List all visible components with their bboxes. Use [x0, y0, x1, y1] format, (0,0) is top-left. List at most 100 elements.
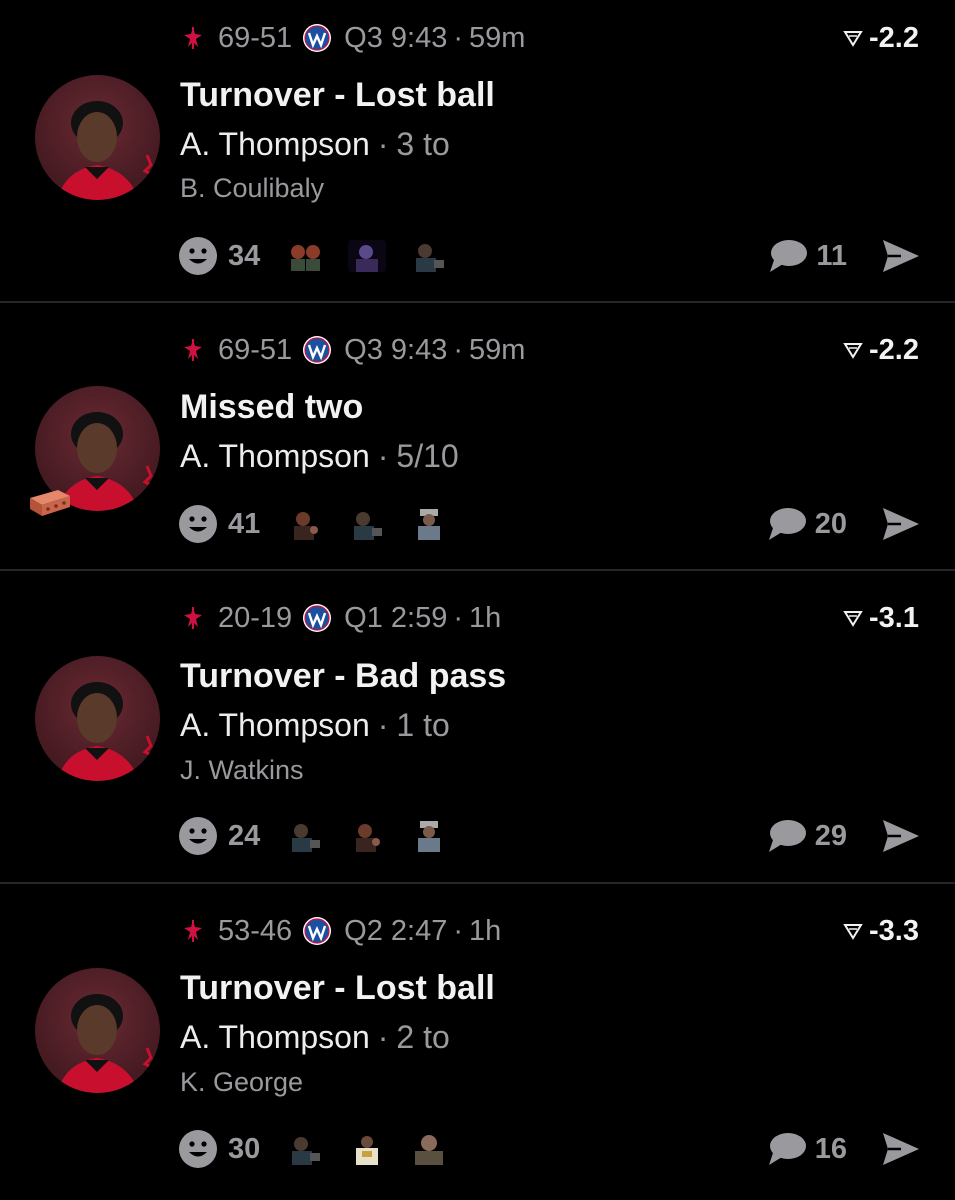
post-actions: 16 — [767, 1127, 921, 1171]
game-meta: 69-51 Q3 9:43 · 59m — [180, 332, 525, 368]
rockets-logo-icon — [184, 27, 202, 49]
meta-separator: · — [453, 333, 464, 366]
reaction-gif-thumbnail[interactable] — [286, 1133, 324, 1165]
score: 69-51 — [218, 333, 293, 366]
reactions-bar[interactable]: 41 — [178, 502, 472, 546]
secondary-player[interactable]: K. George — [180, 1067, 303, 1098]
down-triangle-icon — [843, 611, 863, 627]
game-meta: 53-46 Q2 2:47 · 1h — [180, 913, 501, 949]
comment-count[interactable]: 20 — [815, 508, 847, 541]
impact-delta: -2.2 — [843, 332, 919, 368]
meta-separator: · — [453, 914, 464, 947]
impact-delta: -3.1 — [843, 600, 919, 636]
player-avatar[interactable] — [35, 968, 160, 1093]
play-title: Turnover - Lost ball — [180, 969, 495, 1007]
comment-count[interactable]: 11 — [816, 240, 847, 273]
speech-bubble-icon[interactable] — [768, 238, 808, 274]
player-stat: 3 to — [396, 126, 450, 162]
player-separator: · — [377, 438, 389, 474]
player-stat: 5/10 — [396, 438, 459, 474]
rockets-logo-icon — [184, 920, 202, 942]
play-card[interactable]: 20-19 Q1 2:59 · 1h -3.1 Turnover - Bad p… — [0, 570, 955, 883]
score: 69-51 — [218, 21, 293, 54]
player-avatar[interactable] — [35, 656, 160, 781]
meta-separator: · — [453, 601, 464, 634]
comment-count[interactable]: 16 — [815, 1133, 847, 1166]
reaction-gif-thumbnail[interactable] — [286, 820, 324, 852]
meta-separator: · — [453, 21, 464, 54]
game-meta: 20-19 Q1 2:59 · 1h — [180, 600, 501, 636]
play-card[interactable]: 69-51 Q3 9:43 · 59m -2.2 Turnover - Lost… — [0, 0, 955, 302]
delta-value: -2.2 — [869, 333, 919, 366]
rockets-logo-icon — [184, 607, 202, 629]
reaction-gif-thumbnail[interactable] — [286, 508, 324, 540]
reaction-count: 34 — [228, 239, 261, 272]
reaction-count: 41 — [228, 507, 261, 540]
reaction-count: 30 — [228, 1132, 261, 1165]
down-triangle-icon — [843, 343, 863, 359]
reactions-bar[interactable]: 24 — [178, 814, 472, 858]
smiley-icon[interactable] — [178, 816, 218, 856]
speech-bubble-icon[interactable] — [767, 1131, 807, 1167]
player-separator: · — [377, 707, 389, 743]
play-feed: 69-51 Q3 9:43 · 59m -2.2 Turnover - Lost… — [0, 0, 955, 1200]
player-name[interactable]: A. Thompson — [180, 1019, 370, 1055]
reaction-gif-thumbnail[interactable] — [410, 820, 448, 852]
post-actions: 11 — [768, 234, 921, 278]
player-stat: 2 to — [396, 1019, 450, 1055]
game-clock: Q3 9:43 — [344, 21, 448, 54]
delta-value: -3.1 — [869, 601, 919, 634]
score: 20-19 — [218, 601, 293, 634]
down-triangle-icon — [843, 31, 863, 47]
player-name[interactable]: A. Thompson — [180, 707, 370, 743]
post-age: 1h — [469, 914, 502, 947]
game-meta: 69-51 Q3 9:43 · 59m — [180, 20, 525, 56]
secondary-player[interactable]: J. Watkins — [180, 755, 304, 786]
reaction-gif-thumbnail[interactable] — [348, 240, 387, 272]
send-icon[interactable] — [881, 818, 921, 854]
wizards-logo-icon — [303, 604, 332, 632]
reactions-bar[interactable]: 34 — [178, 234, 472, 278]
impact-delta: -2.2 — [843, 20, 919, 56]
play-title: Missed two — [180, 388, 364, 426]
rockets-logo-icon — [184, 339, 202, 361]
reaction-count: 24 — [228, 819, 261, 852]
reaction-gif-thumbnail[interactable] — [410, 508, 448, 540]
reaction-gif-thumbnail[interactable] — [348, 508, 386, 540]
reactions-bar[interactable]: 30 — [178, 1127, 472, 1171]
down-triangle-icon — [843, 924, 863, 940]
player-name[interactable]: A. Thompson — [180, 126, 370, 162]
player-line: A. Thompson · 1 to — [180, 707, 450, 744]
speech-bubble-icon[interactable] — [767, 506, 807, 542]
comment-count[interactable]: 29 — [815, 820, 847, 853]
send-icon[interactable] — [881, 1131, 921, 1167]
play-card[interactable]: 69-51 Q3 9:43 · 59m -2.2 Missed two A. T… — [0, 302, 955, 570]
player-separator: · — [377, 126, 389, 162]
player-avatar[interactable] — [35, 75, 160, 200]
reaction-gif-thumbnail[interactable] — [348, 820, 386, 852]
play-title: Turnover - Bad pass — [180, 657, 507, 695]
smiley-icon[interactable] — [178, 236, 218, 276]
reaction-gif-thumbnail[interactable] — [410, 240, 448, 272]
delta-value: -2.2 — [869, 21, 919, 54]
player-name[interactable]: A. Thompson — [180, 438, 370, 474]
send-icon[interactable] — [881, 506, 921, 542]
post-age: 1h — [469, 601, 502, 634]
send-icon[interactable] — [881, 238, 921, 274]
smiley-icon[interactable] — [178, 1129, 218, 1169]
play-title: Turnover - Lost ball — [180, 76, 495, 114]
reaction-gif-thumbnail[interactable] — [348, 1133, 386, 1165]
secondary-player[interactable]: B. Coulibaly — [180, 173, 324, 204]
reaction-gif-thumbnail[interactable] — [410, 1133, 448, 1165]
post-age: 59m — [469, 333, 526, 366]
post-age: 59m — [469, 21, 526, 54]
impact-delta: -3.3 — [843, 913, 919, 949]
brick-icon — [30, 490, 70, 516]
smiley-icon[interactable] — [178, 504, 218, 544]
player-line: A. Thompson · 5/10 — [180, 438, 459, 475]
speech-bubble-icon[interactable] — [767, 818, 807, 854]
post-actions: 29 — [767, 814, 921, 858]
reaction-gif-thumbnail[interactable] — [286, 240, 324, 272]
play-card[interactable]: 53-46 Q2 2:47 · 1h -3.3 Turnover - Lost … — [0, 883, 955, 1200]
player-line: A. Thompson · 3 to — [180, 126, 450, 163]
